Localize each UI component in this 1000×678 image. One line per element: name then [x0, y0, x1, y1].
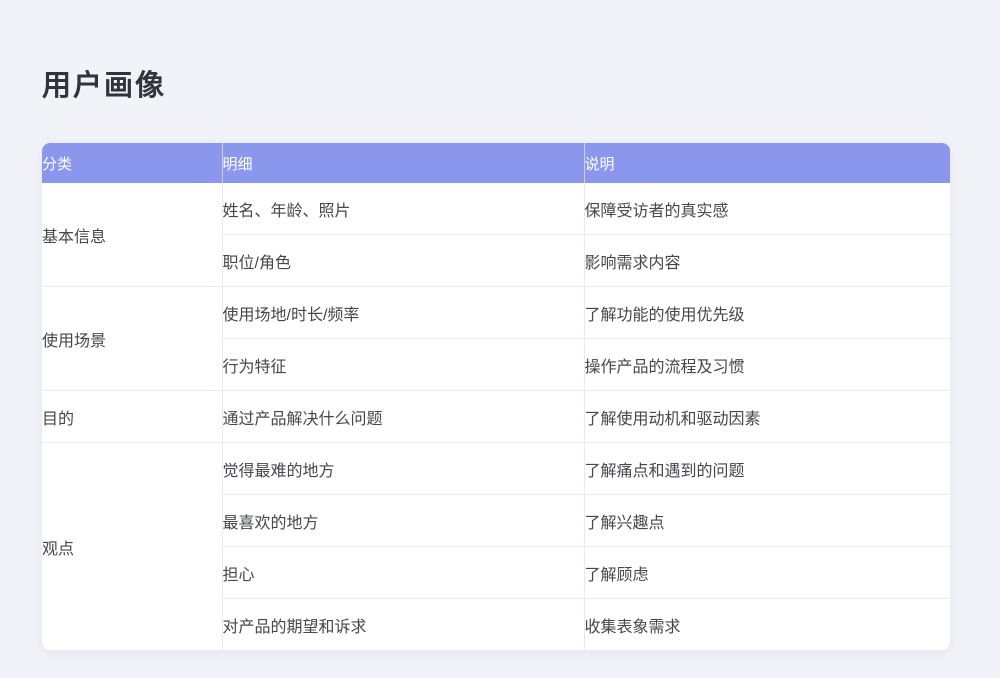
header-cell-category: 分类 — [42, 143, 222, 183]
detail-cell: 使用场地/时长/频率 — [222, 287, 584, 339]
detail-cell: 最喜欢的地方 — [222, 495, 584, 547]
detail-cell: 职位/角色 — [222, 235, 584, 287]
category-cell: 目的 — [42, 391, 222, 443]
description-cell: 了解痛点和遇到的问题 — [584, 443, 950, 495]
table-row: 观点觉得最难的地方了解痛点和遇到的问题 — [42, 443, 950, 495]
header-cell-detail: 明细 — [222, 143, 584, 183]
page-title: 用户画像 — [42, 69, 166, 104]
table-row: 基本信息姓名、年龄、照片保障受访者的真实感 — [42, 183, 950, 235]
description-cell: 影响需求内容 — [584, 235, 950, 287]
description-cell: 了解使用动机和驱动因素 — [584, 391, 950, 443]
category-cell: 观点 — [42, 443, 222, 651]
category-cell: 使用场景 — [42, 287, 222, 391]
detail-cell: 觉得最难的地方 — [222, 443, 584, 495]
table-header: 分类 明细 说明 — [42, 143, 950, 183]
description-cell: 保障受访者的真实感 — [584, 183, 950, 235]
description-cell: 了解功能的使用优先级 — [584, 287, 950, 339]
table-row: 使用场景使用场地/时长/频率了解功能的使用优先级 — [42, 287, 950, 339]
header-cell-description: 说明 — [584, 143, 950, 183]
description-cell: 了解顾虑 — [584, 547, 950, 599]
description-cell: 操作产品的流程及习惯 — [584, 339, 950, 391]
detail-cell: 姓名、年龄、照片 — [222, 183, 584, 235]
persona-table-card: 分类 明细 说明 基本信息姓名、年龄、照片保障受访者的真实感职位/角色影响需求内… — [42, 143, 950, 650]
table-row: 目的通过产品解决什么问题了解使用动机和驱动因素 — [42, 391, 950, 443]
detail-cell: 行为特征 — [222, 339, 584, 391]
description-cell: 收集表象需求 — [584, 599, 950, 651]
persona-table: 分类 明细 说明 基本信息姓名、年龄、照片保障受访者的真实感职位/角色影响需求内… — [42, 143, 950, 650]
table-body: 基本信息姓名、年龄、照片保障受访者的真实感职位/角色影响需求内容使用场景使用场地… — [42, 183, 950, 650]
detail-cell: 对产品的期望和诉求 — [222, 599, 584, 651]
description-cell: 了解兴趣点 — [584, 495, 950, 547]
detail-cell: 担心 — [222, 547, 584, 599]
detail-cell: 通过产品解决什么问题 — [222, 391, 584, 443]
category-cell: 基本信息 — [42, 183, 222, 287]
header-row: 分类 明细 说明 — [42, 143, 950, 183]
